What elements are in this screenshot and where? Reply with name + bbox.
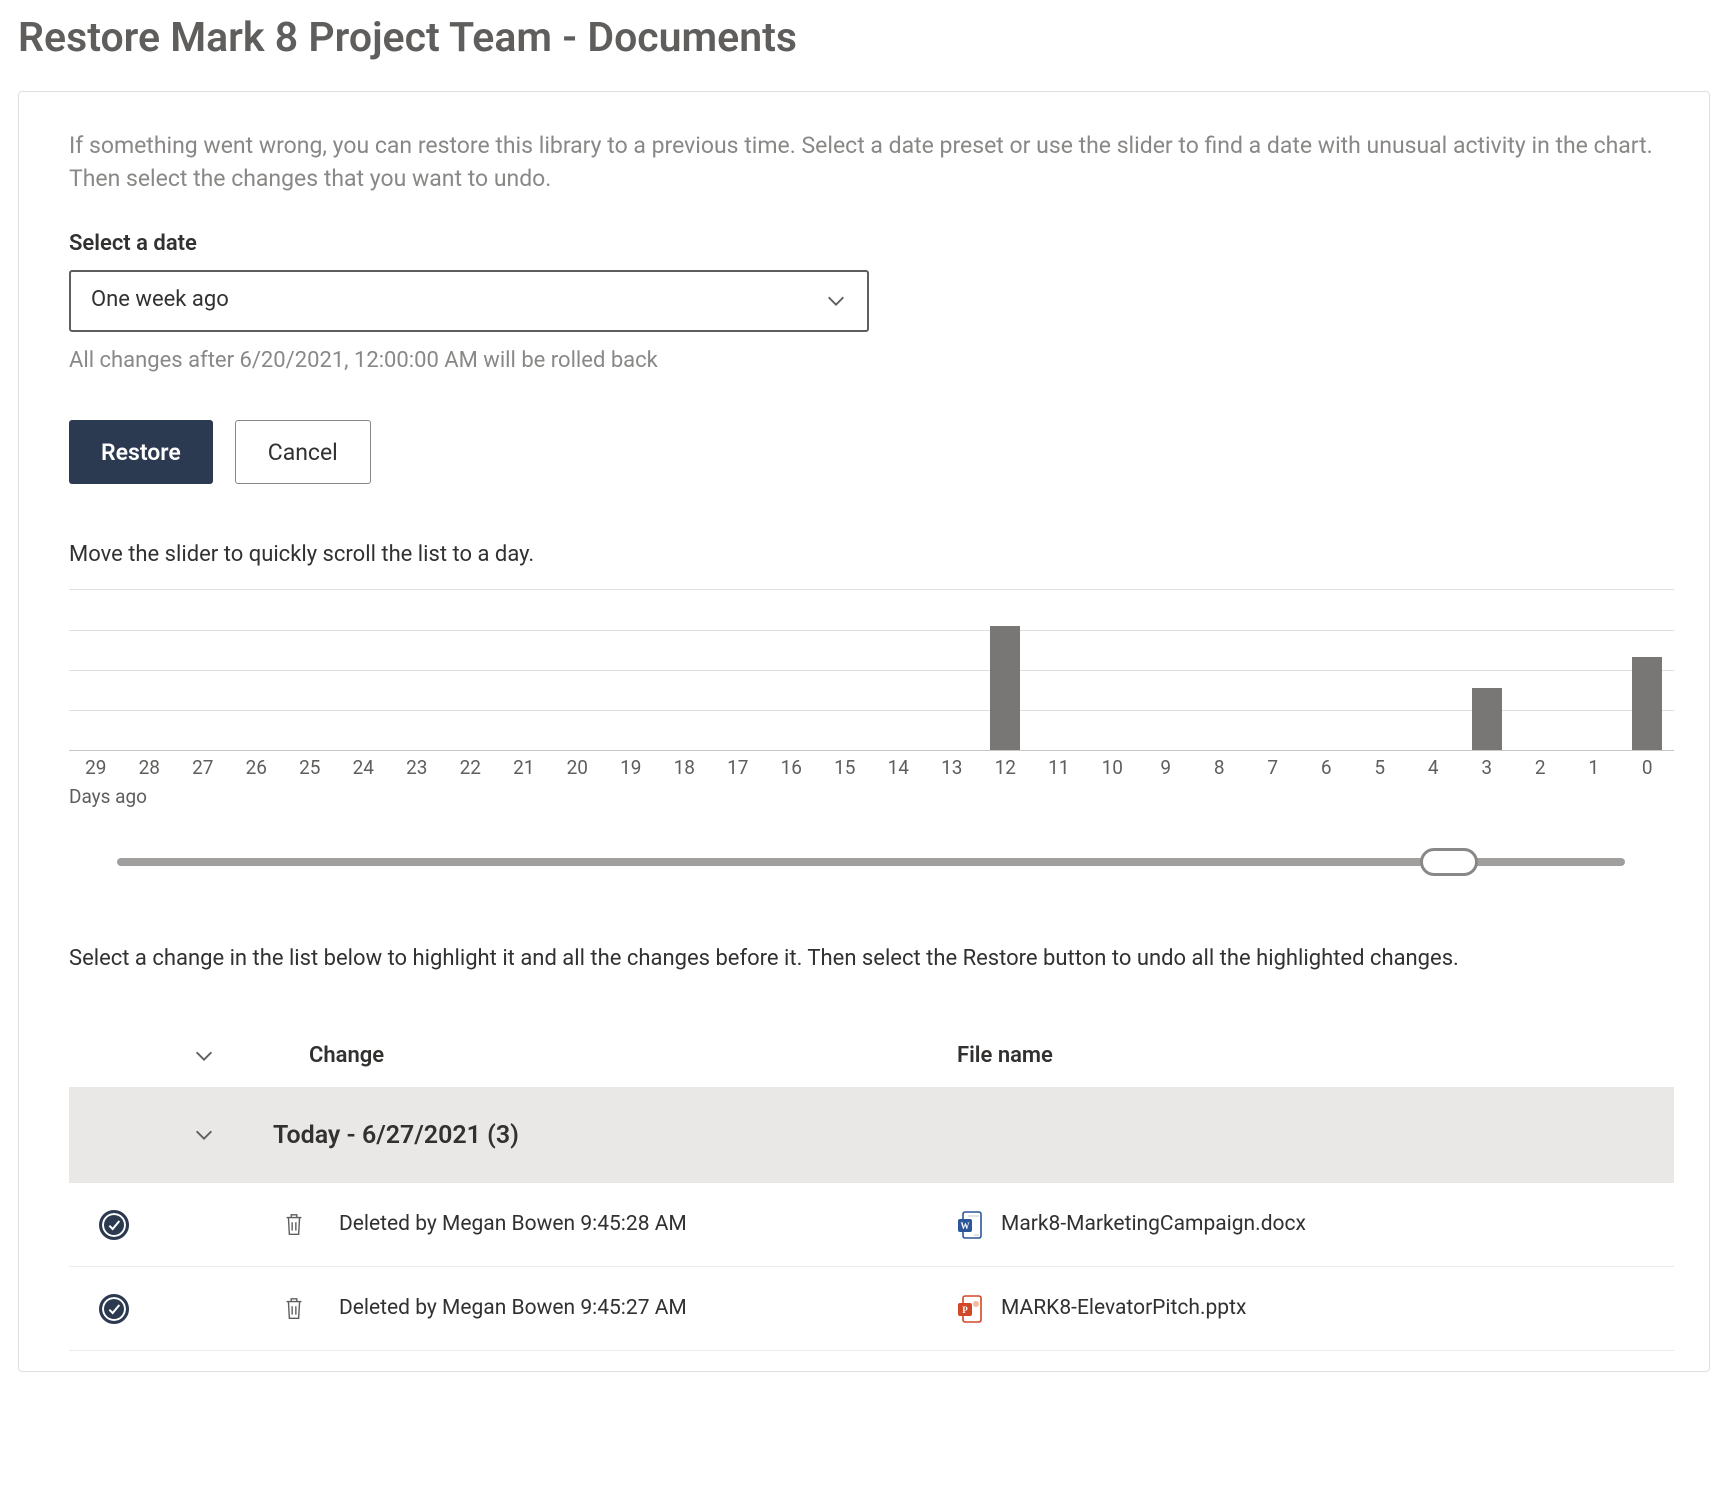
chart-tick: 1 bbox=[1567, 755, 1621, 782]
change-text: Deleted by Megan Bowen 9:45:28 AM bbox=[339, 1210, 949, 1239]
chart-tick: 20 bbox=[551, 755, 605, 782]
intro-text: If something went wrong, you can restore… bbox=[69, 130, 1659, 194]
chart-tick: 26 bbox=[230, 755, 284, 782]
restore-button[interactable]: Restore bbox=[69, 420, 213, 484]
change-text: Deleted by Megan Bowen 9:45:27 AM bbox=[339, 1294, 949, 1323]
chart-tick: 27 bbox=[176, 755, 230, 782]
file-name: MARK8-ElevatorPitch.pptx bbox=[1001, 1294, 1246, 1323]
col-change-header[interactable]: Change bbox=[249, 1041, 949, 1072]
chart-tick: 25 bbox=[283, 755, 337, 782]
chart-x-axis: 2928272625242322212019181716151413121110… bbox=[69, 755, 1674, 782]
slider-instruction: Move the slider to quickly scroll the li… bbox=[69, 540, 1659, 571]
trash-icon bbox=[282, 1296, 306, 1322]
activity-bar-chart bbox=[69, 589, 1674, 751]
rollback-hint: All changes after 6/20/2021, 12:00:00 AM… bbox=[69, 346, 1659, 377]
chart-tick: 13 bbox=[925, 755, 979, 782]
chart-tick: 17 bbox=[711, 755, 765, 782]
chart-bar bbox=[1472, 688, 1502, 750]
chart-bar bbox=[1632, 657, 1662, 750]
expand-all-icon[interactable] bbox=[193, 1045, 215, 1067]
chart-x-label: Days ago bbox=[69, 784, 1659, 811]
chart-tick: 21 bbox=[497, 755, 551, 782]
chevron-down-icon bbox=[825, 290, 847, 312]
chart-tick: 29 bbox=[69, 755, 123, 782]
chart-tick: 18 bbox=[658, 755, 712, 782]
chart-tick: 7 bbox=[1246, 755, 1300, 782]
chevron-down-icon bbox=[193, 1124, 215, 1146]
chart-tick: 6 bbox=[1300, 755, 1354, 782]
table-header: Change File name bbox=[69, 1025, 1674, 1087]
chart-tick: 15 bbox=[818, 755, 872, 782]
group-header[interactable]: Today - 6/27/2021 (3) bbox=[69, 1087, 1674, 1183]
chart-tick: 14 bbox=[872, 755, 926, 782]
slider-thumb[interactable] bbox=[1420, 848, 1478, 876]
list-instruction: Select a change in the list below to hig… bbox=[69, 944, 1609, 975]
chart-tick: 24 bbox=[337, 755, 391, 782]
chart-tick: 5 bbox=[1353, 755, 1407, 782]
chart-bar bbox=[990, 626, 1020, 750]
chart-tick: 0 bbox=[1621, 755, 1675, 782]
chart-tick: 11 bbox=[1032, 755, 1086, 782]
date-select-value: One week ago bbox=[91, 285, 229, 316]
file-name: Mark8-MarketingCampaign.docx bbox=[1001, 1210, 1306, 1239]
powerpoint-file-icon: P bbox=[957, 1294, 983, 1324]
table-row[interactable]: Deleted by Megan Bowen 9:45:28 AM W Mark8-… bbox=[69, 1183, 1674, 1267]
group-label: Today - 6/27/2021 (3) bbox=[249, 1118, 519, 1153]
chart-tick: 22 bbox=[444, 755, 498, 782]
chart-tick: 16 bbox=[765, 755, 819, 782]
chart-tick: 19 bbox=[604, 755, 658, 782]
chart-tick: 23 bbox=[390, 755, 444, 782]
changes-table: Change File name Today - 6/27/2021 (3) De… bbox=[69, 1025, 1674, 1351]
select-date-label: Select a date bbox=[69, 229, 1659, 260]
chart-tick: 4 bbox=[1407, 755, 1461, 782]
chart-tick: 2 bbox=[1514, 755, 1568, 782]
svg-text:W: W bbox=[961, 1221, 970, 1231]
row-selected-icon[interactable] bbox=[99, 1210, 129, 1240]
chart-tick: 3 bbox=[1460, 755, 1514, 782]
day-slider[interactable] bbox=[117, 858, 1625, 866]
chart-tick: 9 bbox=[1139, 755, 1193, 782]
table-row[interactable]: Deleted by Megan Bowen 9:45:27 AM P MARK8-… bbox=[69, 1267, 1674, 1351]
cancel-button[interactable]: Cancel bbox=[235, 420, 371, 484]
chart-tick: 28 bbox=[123, 755, 177, 782]
col-filename-header[interactable]: File name bbox=[949, 1041, 1674, 1072]
word-file-icon: W bbox=[957, 1210, 983, 1240]
chart-tick: 10 bbox=[1086, 755, 1140, 782]
date-select[interactable]: One week ago bbox=[69, 270, 869, 332]
chart-tick: 8 bbox=[1193, 755, 1247, 782]
svg-text:P: P bbox=[962, 1305, 968, 1315]
row-selected-icon[interactable] bbox=[99, 1294, 129, 1324]
trash-icon bbox=[282, 1212, 306, 1238]
restore-panel: If something went wrong, you can restore… bbox=[18, 91, 1710, 1372]
page-title: Restore Mark 8 Project Team - Documents bbox=[18, 10, 1710, 67]
chart-tick: 12 bbox=[979, 755, 1033, 782]
